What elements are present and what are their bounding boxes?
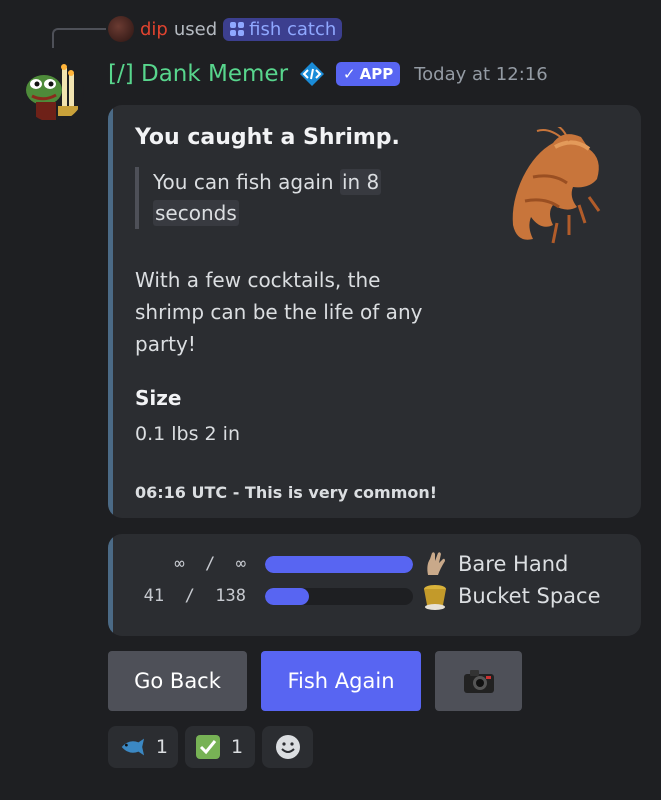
- command-label: fish catch: [249, 18, 337, 40]
- reaction-count: 1: [231, 736, 244, 758]
- developer-badge-icon[interactable]: [298, 60, 326, 88]
- stat-label: Bare Hand: [458, 552, 569, 576]
- embed-title: You caught a Shrimp.: [135, 125, 400, 150]
- inline-code: seconds: [153, 200, 239, 226]
- slash-command-icon: [230, 22, 245, 36]
- embed-card: You caught a Shrimp. You can fish again …: [108, 105, 641, 518]
- embed-footer: 06:16 UTC - This is very common!: [135, 483, 438, 502]
- go-back-button[interactable]: Go Back: [108, 651, 247, 711]
- camera-icon: [463, 670, 494, 693]
- reaction-fish[interactable]: 1: [108, 726, 178, 768]
- stat-progress-bar: [265, 587, 413, 605]
- reply-avatar[interactable]: [108, 16, 134, 42]
- hand-icon: [427, 552, 445, 575]
- stat-numbers: 41 / 138: [143, 586, 246, 606]
- reply-username[interactable]: dip: [140, 19, 168, 40]
- fish-emoji: [121, 738, 145, 756]
- stat-progress-bar: [265, 555, 413, 573]
- app-badge: ✓ APP: [336, 62, 401, 86]
- quote-text: You can fish again: [153, 170, 340, 194]
- embed-description: With a few cocktails, the shrimp can be …: [135, 268, 423, 356]
- reply-context[interactable]: dip used fish catch: [108, 14, 343, 44]
- bot-avatar[interactable]: [22, 60, 84, 122]
- stat-row-tool: ∞ / ∞ Bare Hand: [108, 548, 641, 580]
- stat-row-bucket: 41 / 138 Bucket Space: [108, 580, 641, 612]
- command-mention[interactable]: fish catch: [223, 17, 343, 41]
- inline-code: in 8: [339, 169, 382, 195]
- bucket-icon: [424, 585, 446, 610]
- camera-button[interactable]: [435, 651, 522, 711]
- add-reaction-button[interactable]: [262, 726, 313, 768]
- stats-card: ∞ / ∞ Bare Hand 41 / 138 Bucket Space: [108, 534, 641, 636]
- stat-numbers: ∞ / ∞: [174, 554, 246, 574]
- fish-again-button[interactable]: Fish Again: [261, 651, 421, 711]
- cooldown-quote: You can fish again in 8 seconds: [135, 167, 403, 229]
- message-header: [/] Dank Memer ✓ APP Today at 12:16: [108, 58, 548, 90]
- pepe-avatar-icon: [26, 64, 78, 120]
- reply-used-text: used: [173, 18, 218, 40]
- reaction-count: 1: [155, 736, 168, 758]
- check-icon: ✓: [343, 65, 356, 83]
- reply-connector: [52, 28, 106, 48]
- stat-label: Bucket Space: [458, 584, 601, 608]
- check-mark-emoji: [196, 735, 220, 759]
- field-size-name: Size: [135, 386, 182, 410]
- shrimp-thumbnail-icon[interactable]: [493, 127, 618, 252]
- bot-name[interactable]: [/] Dank Memer: [108, 61, 288, 87]
- reaction-check[interactable]: 1: [185, 726, 255, 768]
- field-size-value: 0.1 lbs 2 in: [135, 423, 240, 445]
- add-reaction-icon: [275, 735, 300, 759]
- stat-progress-fill: [265, 587, 309, 605]
- stat-progress-fill: [265, 555, 413, 573]
- app-badge-label: APP: [359, 65, 394, 83]
- message-timestamp[interactable]: Today at 12:16: [414, 64, 547, 85]
